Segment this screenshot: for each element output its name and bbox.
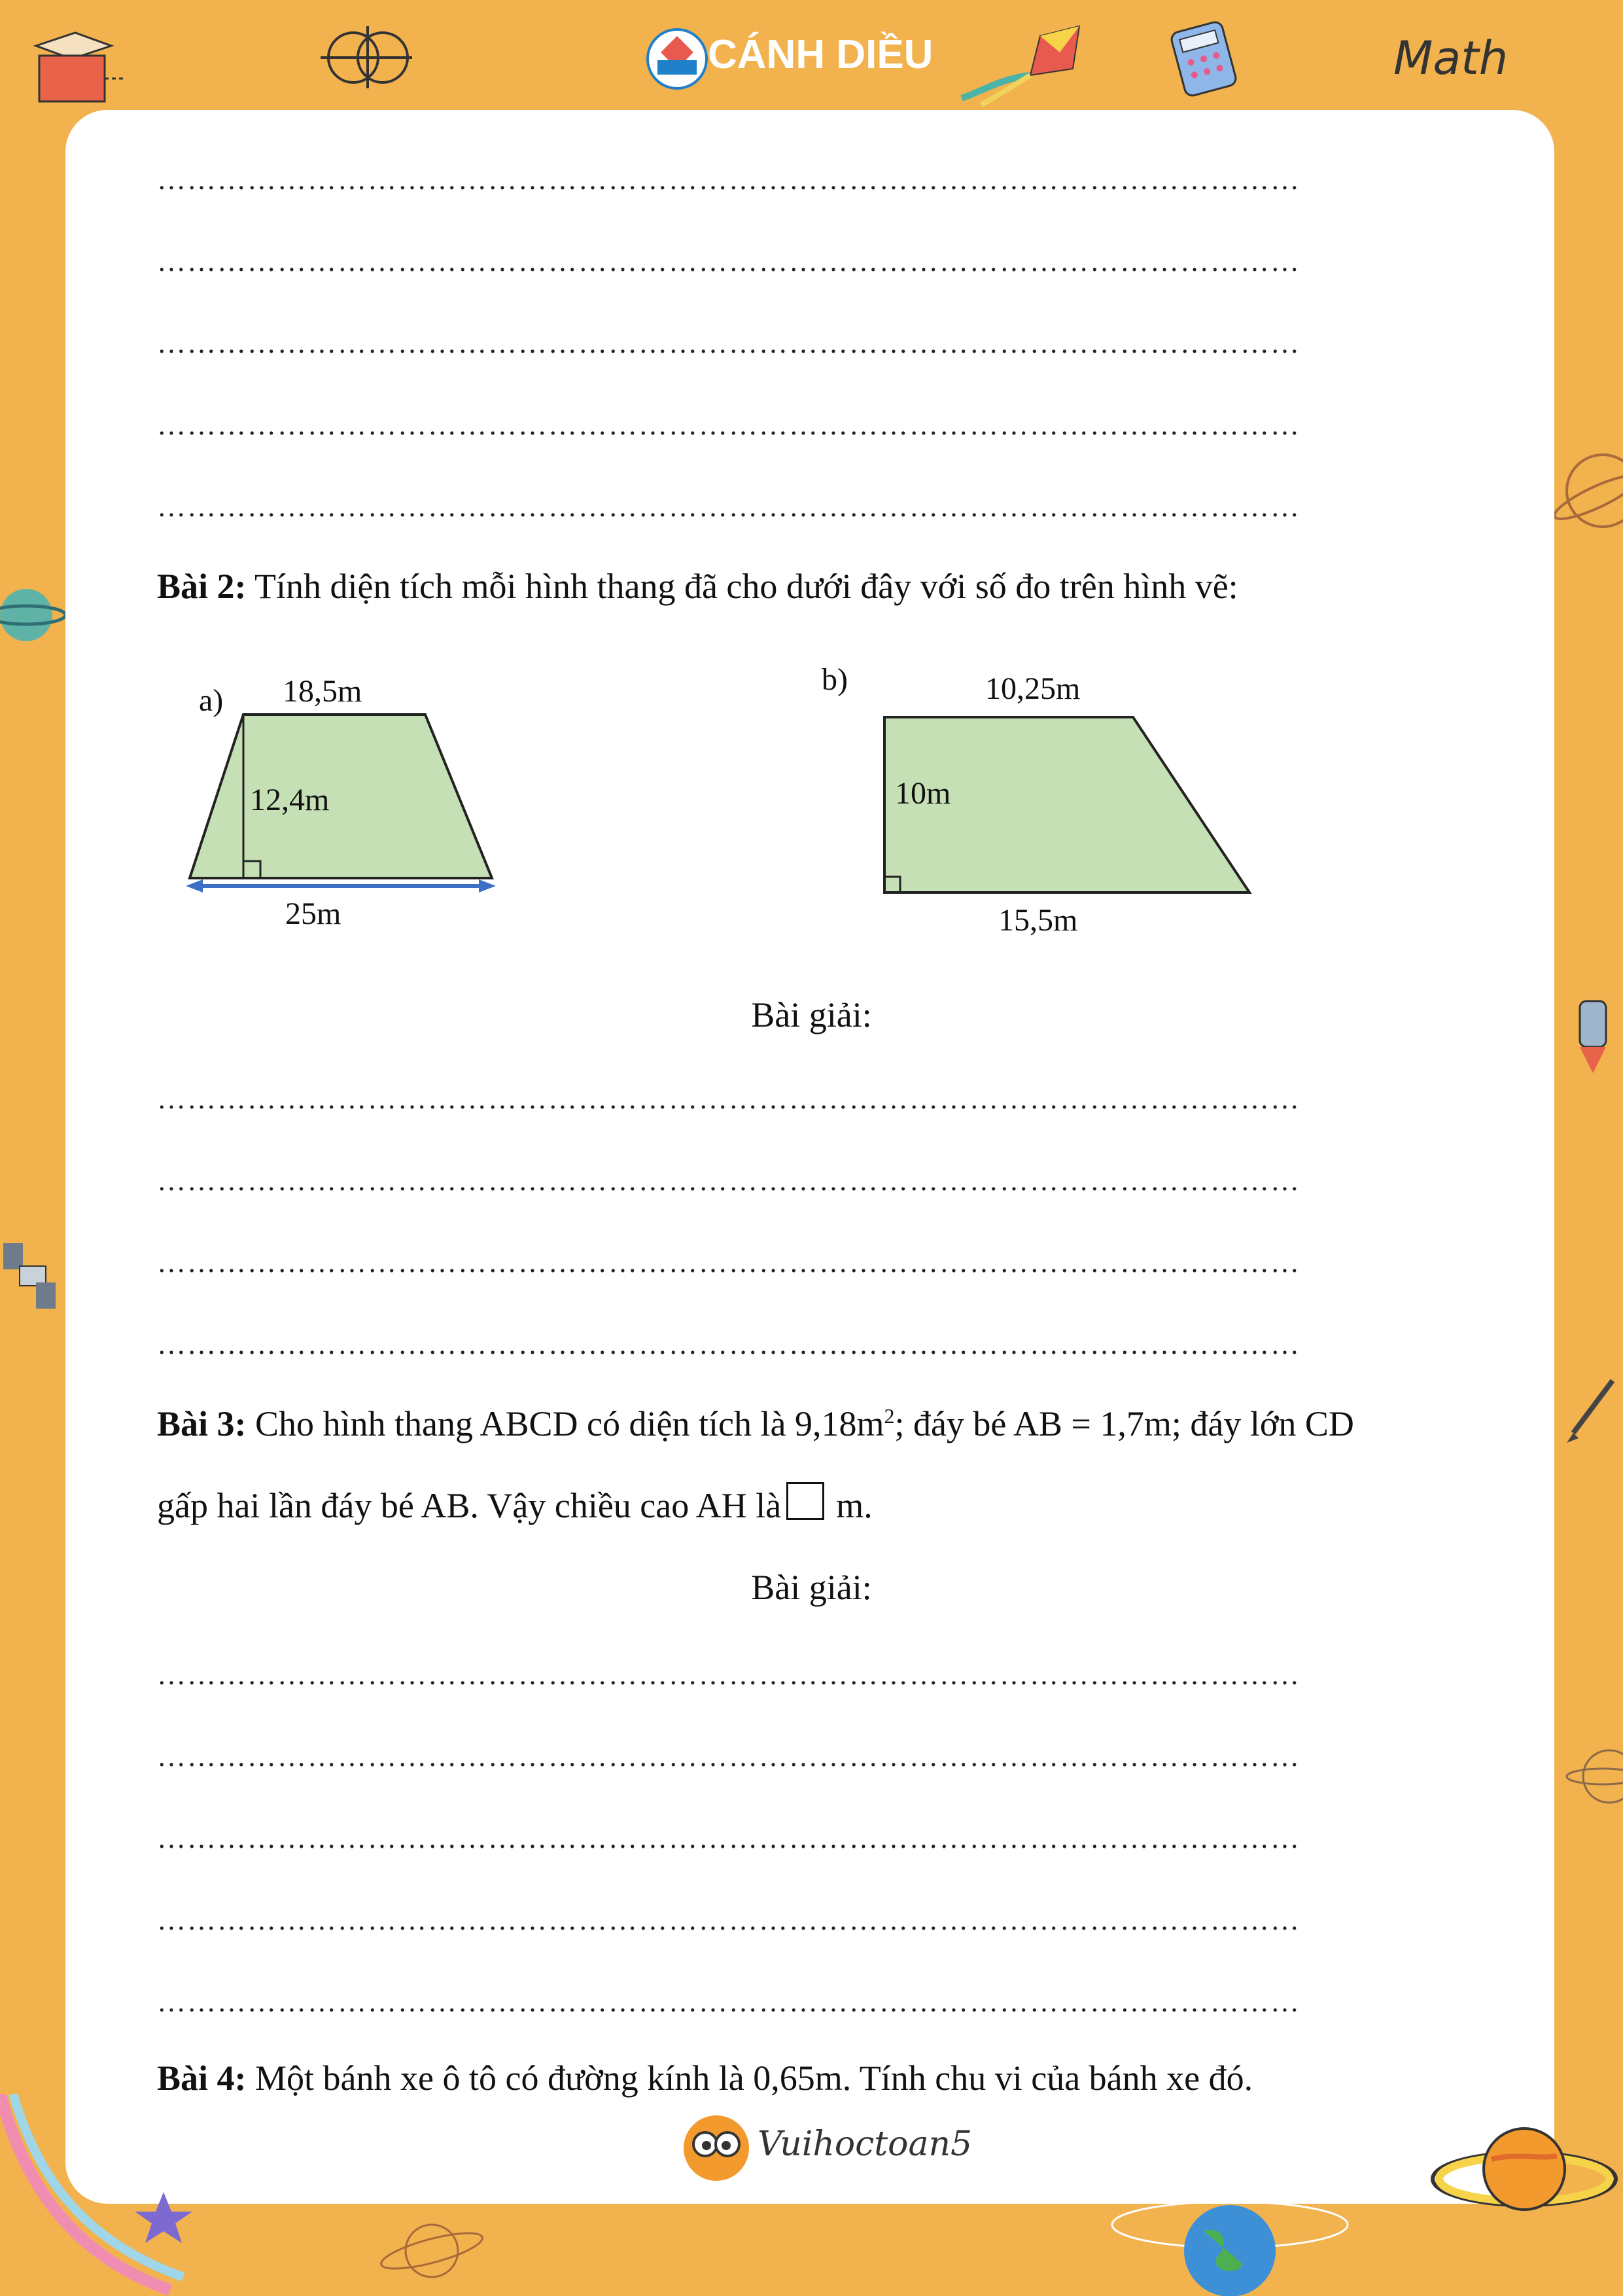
satellite-icon	[3, 1243, 56, 1309]
answer-box[interactable]	[786, 1482, 825, 1520]
footer-logo: Vuihoctoan5	[680, 2110, 972, 2182]
answer-line: ……………………………………………………………………………………………………	[157, 1907, 1300, 1934]
trapezoid-a-figure: a) 18,5m 12,4m 25m	[186, 674, 496, 931]
shooting-stars-icon	[0, 2094, 192, 2296]
trapezoid-b-figure: b) 10,25m 10m 15,5m	[822, 662, 1252, 938]
answer-line: ……………………………………………………………………………………………………	[157, 1989, 1300, 2015]
footer-logo-text: Vuihoctoan5	[758, 2125, 973, 2164]
exercise-2-prompt: Bài 2: Tính diện tích mỗi hình thang đã …	[157, 566, 1238, 607]
answer-line: ……………………………………………………………………………………………………	[157, 1744, 1300, 1770]
answer-line: ……………………………………………………………………………………………………	[157, 1826, 1300, 1852]
globe-icon	[1111, 2200, 1349, 2296]
exercise-4-prompt: Bài 4: Một bánh xe ô tô có đường kính là…	[157, 2058, 1253, 2098]
trapezoid-a-shape	[188, 713, 494, 879]
exercise-3-line2b: m.	[836, 1486, 873, 1525]
exercise-3-sup: 2	[884, 1404, 895, 1428]
answer-line: ……………………………………………………………………………………………………	[157, 1250, 1300, 1276]
exercise-3-prompt-line2: gấp hai lần đáy bé AB. Vậy chiều cao AH …	[157, 1482, 873, 1526]
exercise-4-text: Một bánh xe ô tô có đường kính là 0,65m.…	[246, 2058, 1253, 2098]
trapezoid-a-top-label: 18,5m	[283, 674, 362, 709]
answer-line: ……………………………………………………………………………………………………	[157, 167, 1300, 193]
saturn-icon	[1431, 2127, 1618, 2211]
exercise-3-prompt-line1: Bài 3: Cho hình thang ABCD có diện tích …	[157, 1404, 1354, 1444]
venn-icon	[321, 26, 412, 88]
trapezoid-a-tag: a)	[199, 683, 223, 718]
kite-icon	[960, 25, 1081, 107]
math-word: Math	[1393, 31, 1509, 85]
exercise-3-line2a: gấp hai lần đáy bé AB. Vậy chiều cao AH …	[157, 1486, 782, 1525]
trapezoid-a-height-label: 12,4m	[250, 783, 329, 817]
exercise-2-solution-title: Bài giải:	[751, 995, 872, 1034]
brand-title: CÁNH DIỀU	[708, 32, 934, 77]
answer-line: ……………………………………………………………………………………………………	[157, 330, 1300, 357]
exercise-3-text2: ; đáy bé AB = 1,7m; đáy lớn CD	[894, 1404, 1354, 1443]
trapezoid-b-height-label: 10m	[895, 776, 951, 811]
answer-line: ……………………………………………………………………………………………………	[157, 412, 1300, 438]
answer-line: ……………………………………………………………………………………………………	[157, 249, 1300, 275]
exercise-3-label: Bài 3:	[157, 1404, 247, 1443]
calculator-icon	[1170, 21, 1237, 97]
planet-left-icon	[0, 589, 65, 641]
answer-line: ……………………………………………………………………………………………………	[157, 1086, 1300, 1112]
exercise-3-text1: Cho hình thang ABCD có diện tích là 9,18…	[246, 1404, 884, 1443]
answer-line: ……………………………………………………………………………………………………	[157, 1662, 1300, 1688]
planet-right-icon	[1553, 453, 1623, 528]
box-icon	[33, 31, 124, 103]
owl-icon	[684, 2115, 749, 2181]
trapezoid-b-tag: b)	[822, 662, 848, 697]
planet-bottom-icon	[380, 2223, 483, 2278]
trapezoid-b-bottom-label: 15,5m	[998, 903, 1077, 938]
exercise-2-text: Tính diện tích mỗi hình thang đã cho dướ…	[246, 567, 1238, 606]
exercise-3-solution-title: Bài giải:	[751, 1568, 872, 1607]
planet-right-2-icon	[1565, 1749, 1623, 1804]
exercise-2-label: Bài 2:	[157, 567, 247, 606]
exercise-4-label: Bài 4:	[157, 2058, 247, 2098]
answer-line: ……………………………………………………………………………………………………	[157, 494, 1300, 520]
answer-line: ……………………………………………………………………………………………………	[157, 1332, 1300, 1358]
trapezoid-a-bottom-label: 25m	[285, 896, 341, 931]
canh-dieu-badge	[646, 28, 708, 90]
trapezoid-b-top-label: 10,25m	[985, 671, 1080, 706]
pencil-icon	[1567, 1379, 1615, 1443]
answer-line: ……………………………………………………………………………………………………	[157, 1168, 1300, 1194]
